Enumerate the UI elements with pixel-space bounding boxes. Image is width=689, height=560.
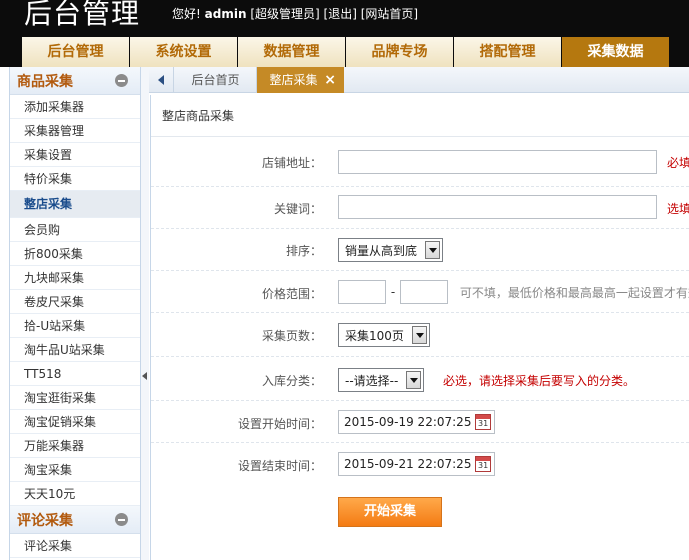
- row-start-time: 设置开始时间： 2015-09-19 22:07:25: [151, 401, 689, 443]
- nav-tab-data-collection[interactable]: 采集数据: [562, 37, 669, 67]
- shop-url-required-hint: 必填: [667, 156, 689, 170]
- start-time-value: 2015-09-19 22:07:25: [344, 415, 472, 429]
- dropdown-arrow-icon: [406, 371, 422, 389]
- sidebar-item-whole-shop[interactable]: 整店采集: [10, 191, 140, 218]
- price-range-label: 价格范围：: [261, 287, 322, 301]
- category-selected-value: --请选择--: [345, 373, 399, 388]
- tab-label: 整店采集: [269, 73, 318, 87]
- keyword-label: 关键词：: [273, 202, 322, 216]
- tab-admin-home[interactable]: 后台首页: [175, 67, 257, 93]
- content-panel: 整店商品采集 店铺地址： 必填 关键词： 选填 排序： 销量从高到底 价格范围：…: [150, 95, 689, 560]
- sort-select[interactable]: 销量从高到底: [338, 238, 444, 262]
- price-range-fields: - 可不填，最低价格和最高最高一起设置才有效: [338, 280, 689, 304]
- tab-whole-shop-collection[interactable]: 整店采集 ×: [257, 67, 344, 93]
- nav-tab-admin[interactable]: 后台管理: [22, 37, 129, 67]
- app-logo: 后台管理: [24, 0, 141, 30]
- keyword-input[interactable]: [338, 195, 657, 219]
- category-required-hint: 必选，请选择采集后要写入的分类。: [443, 374, 636, 388]
- start-collection-button[interactable]: 开始采集: [338, 497, 442, 527]
- top-header: 后台管理 您好! admin [超级管理员] [退出] [网站首页]: [0, 0, 689, 37]
- row-sort: 排序： 销量从高到底: [151, 229, 689, 271]
- sidebar-item-taobao-promo[interactable]: 淘宝促销采集: [10, 410, 140, 434]
- sidebar-item-universal-collector[interactable]: 万能采集器: [10, 434, 140, 458]
- sidebar-item-collection-settings[interactable]: 采集设置: [10, 143, 140, 167]
- sort-selected-value: 销量从高到底: [345, 243, 418, 258]
- end-time-label: 设置结束时间：: [237, 459, 322, 473]
- nav-tab-brand-specials[interactable]: 品牌专场: [346, 37, 453, 67]
- site-home-link[interactable]: [网站首页]: [361, 7, 418, 21]
- calendar-icon[interactable]: [475, 414, 491, 430]
- sidebar-item-zhe800[interactable]: 折800采集: [10, 242, 140, 266]
- logout-link[interactable]: [退出]: [324, 7, 357, 21]
- greeting-text: 您好!: [172, 7, 201, 21]
- page-title: 整店商品采集: [151, 95, 689, 137]
- sidebar-item-tt518[interactable]: TT518: [10, 362, 140, 386]
- triangle-left-icon: [158, 75, 164, 85]
- welcome-bar: 您好! admin [超级管理员] [退出] [网站首页]: [172, 5, 418, 22]
- end-time-value: 2015-09-21 22:07:25: [344, 457, 472, 471]
- sidebar-item-review-collection[interactable]: 评论采集: [10, 534, 140, 558]
- end-time-input[interactable]: 2015-09-21 22:07:25: [338, 452, 495, 476]
- sidebar-item-taobao-collection[interactable]: 淘宝采集: [10, 458, 140, 482]
- pages-select[interactable]: 采集100页: [338, 323, 430, 347]
- sidebar-splitter[interactable]: [141, 67, 149, 560]
- pages-selected-value: 采集100页: [345, 328, 404, 343]
- shop-url-input[interactable]: [338, 150, 657, 174]
- category-select[interactable]: --请选择--: [338, 368, 425, 392]
- collapse-icon[interactable]: [115, 74, 128, 87]
- calendar-icon[interactable]: [475, 456, 491, 472]
- price-separator: -: [390, 285, 396, 299]
- sidebar: 商品采集 添加采集器 采集器管理 采集设置 特价采集 整店采集 会员购 折800…: [9, 67, 141, 560]
- start-time-input[interactable]: 2015-09-19 22:07:25: [338, 410, 495, 434]
- price-min-input[interactable]: [338, 280, 386, 304]
- row-shop-url: 店铺地址： 必填: [151, 137, 689, 187]
- sidebar-group-product-collection[interactable]: 商品采集: [10, 67, 140, 95]
- collapse-left-icon[interactable]: [142, 372, 147, 380]
- price-range-hint: 可不填，最低价格和最高最高一起设置才有效: [459, 285, 689, 300]
- row-end-time: 设置结束时间： 2015-09-21 22:07:25: [151, 443, 689, 485]
- tab-bar: 后台首页 整店采集 ×: [149, 67, 689, 93]
- price-max-input[interactable]: [400, 280, 448, 304]
- sidebar-item-jiukuaiyou[interactable]: 九块邮采集: [10, 266, 140, 290]
- user-role: [超级管理员]: [250, 7, 320, 21]
- collapse-icon[interactable]: [115, 513, 128, 526]
- sidebar-item-juanpichi[interactable]: 卷皮尺采集: [10, 290, 140, 314]
- dropdown-arrow-icon: [411, 326, 427, 344]
- sidebar-item-add-collector[interactable]: 添加采集器: [10, 95, 140, 119]
- sidebar-item-tiantian10[interactable]: 天天10元: [10, 482, 140, 506]
- pages-label: 采集页数：: [261, 329, 322, 343]
- row-price-range: 价格范围： - 可不填，最低价格和最高最高一起设置才有效: [151, 271, 689, 313]
- username: admin: [204, 7, 247, 21]
- category-label: 入库分类：: [261, 374, 322, 388]
- main-nav: 后台管理 系统设置 数据管理 品牌专场 搭配管理 采集数据: [0, 37, 689, 67]
- sidebar-item-member-buy[interactable]: 会员购: [10, 218, 140, 242]
- sidebar-group-review-collection[interactable]: 评论采集: [10, 506, 140, 534]
- row-pages: 采集页数： 采集100页: [151, 313, 689, 357]
- nav-tab-data-management[interactable]: 数据管理: [238, 37, 345, 67]
- shop-url-label: 店铺地址：: [261, 156, 322, 170]
- sidebar-item-taobao-street[interactable]: 淘宝逛街采集: [10, 386, 140, 410]
- close-icon[interactable]: ×: [324, 67, 336, 93]
- row-keyword: 关键词： 选填: [151, 187, 689, 229]
- sidebar-item-special-price[interactable]: 特价采集: [10, 167, 140, 191]
- sidebar-item-collector-management[interactable]: 采集器管理: [10, 119, 140, 143]
- keyword-optional-hint: 选填: [667, 202, 689, 216]
- nav-tab-outfit-management[interactable]: 搭配管理: [454, 37, 561, 67]
- row-category: 入库分类： --请选择-- 必选，请选择采集后要写入的分类。: [151, 357, 689, 401]
- start-time-label: 设置开始时间：: [237, 417, 322, 431]
- sidebar-group-title: 评论采集: [17, 512, 73, 529]
- sidebar-item-taoniupin[interactable]: 淘牛品U站采集: [10, 338, 140, 362]
- nav-tab-system-settings[interactable]: 系统设置: [130, 37, 237, 67]
- sidebar-item-shi-u-station[interactable]: 拾-U站采集: [10, 314, 140, 338]
- sort-label: 排序：: [285, 244, 322, 258]
- tab-scroll-left-button[interactable]: [149, 67, 174, 93]
- sidebar-group-title: 商品采集: [17, 73, 73, 90]
- dropdown-arrow-icon: [425, 241, 441, 259]
